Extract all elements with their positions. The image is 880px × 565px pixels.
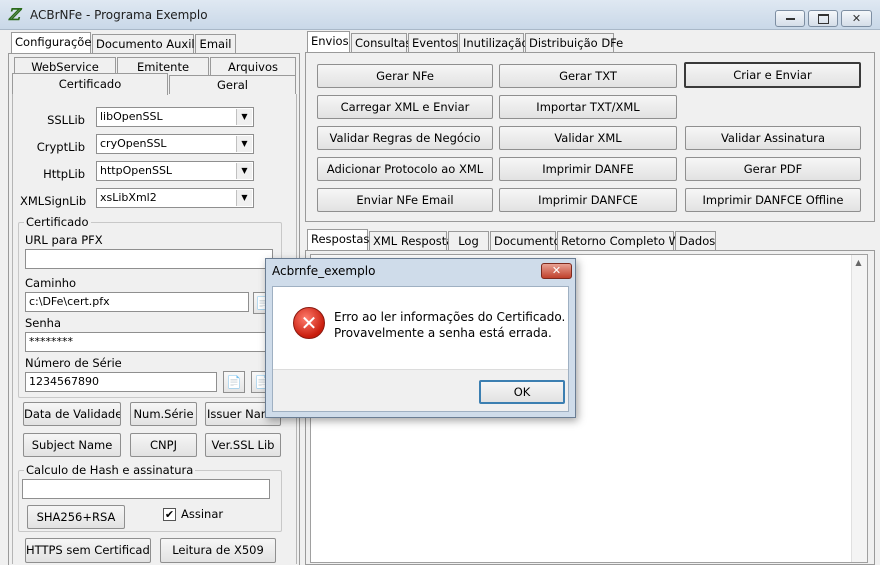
cryptlib-select[interactable]: cryOpenSSL ▼	[96, 134, 254, 154]
scroll-up-icon[interactable]: ▲	[852, 256, 865, 270]
tab-xml-resposta[interactable]: XML Resposta	[369, 231, 453, 251]
cryptlib-value: cryOpenSSL	[100, 137, 167, 150]
validar-regras-negocio-button[interactable]: Validar Regras de Negócio	[317, 126, 493, 150]
ssllib-select[interactable]: libOpenSSL ▼	[96, 107, 254, 127]
ver-ssl-lib-button[interactable]: Ver.SSL Lib	[205, 433, 281, 457]
validar-xml-button[interactable]: Validar XML	[499, 126, 677, 150]
gerar-nfe-button[interactable]: Gerar NFe	[317, 64, 493, 88]
httplib-label: HttpLib	[43, 167, 85, 181]
caminho-label: Caminho	[25, 276, 77, 290]
chevron-down-icon: ▼	[236, 163, 252, 179]
chevron-down-icon: ▼	[236, 190, 252, 206]
caminho-input[interactable]: c:\DFe\cert.pfx	[25, 292, 249, 312]
close-icon: ✕	[851, 12, 862, 25]
tab-dados[interactable]: Dados	[675, 231, 716, 251]
tab-retorno-completo-ws[interactable]: Retorno Completo WS	[557, 231, 687, 251]
assinar-checkbox[interactable]: ✔	[163, 508, 176, 521]
sha256-rsa-button[interactable]: SHA256+RSA	[27, 505, 125, 529]
tab-certificado[interactable]: Certificado	[12, 73, 168, 95]
tab-documento-auxiliar[interactable]: Documento Auxiliar	[92, 34, 210, 54]
maximize-button[interactable]	[808, 10, 838, 27]
senha-input[interactable]: ********	[25, 332, 273, 352]
chevron-down-icon: ▼	[236, 136, 252, 152]
close-button[interactable]: ✕	[841, 10, 872, 27]
dialog-body: ✕ Erro ao ler informações do Certificado…	[272, 286, 569, 412]
url-pfx-label: URL para PFX	[25, 233, 103, 247]
window-title: ACBrNFe - Programa Exemplo	[30, 8, 208, 22]
chevron-down-icon: ▼	[236, 109, 252, 125]
tab-eventos[interactable]: Eventos	[408, 33, 458, 53]
tab-configuracoes[interactable]: Configurações	[11, 32, 97, 54]
importar-txt-xml-button[interactable]: Importar TXT/XML	[499, 95, 677, 119]
hash-input[interactable]	[22, 479, 270, 499]
subject-name-button[interactable]: Subject Name	[23, 433, 121, 457]
data-validade-button[interactable]: Data de Validade	[23, 402, 121, 426]
cryptlib-label: CryptLib	[36, 140, 85, 154]
imprimir-danfe-button[interactable]: Imprimir DANFE	[499, 157, 677, 181]
assinar-label: Assinar	[181, 507, 224, 521]
file-icon: 📄	[226, 375, 242, 389]
tab-geral[interactable]: Geral	[169, 75, 296, 94]
numero-serie-input[interactable]: 1234567890	[25, 372, 217, 392]
gerar-txt-button[interactable]: Gerar TXT	[499, 64, 677, 88]
ssllib-value: libOpenSSL	[100, 110, 163, 123]
xmlsignlib-select[interactable]: xsLibXml2 ▼	[96, 188, 254, 208]
dialog-message-line2: Provavelmente a senha está errada.	[334, 326, 552, 340]
cnpj-button[interactable]: CNPJ	[130, 433, 197, 457]
dialog-title: Acbrnfe_exemplo	[272, 264, 376, 278]
minimize-icon	[785, 18, 795, 20]
gerar-pdf-button[interactable]: Gerar PDF	[685, 157, 861, 181]
tab-distribuicao-dfe[interactable]: Distribuição DFe	[525, 33, 623, 53]
httplib-value: httpOpenSSL	[100, 164, 173, 177]
tab-inutilizacao[interactable]: Inutilização	[459, 33, 529, 53]
scrollbar[interactable]	[851, 255, 867, 562]
tab-log[interactable]: Log	[448, 231, 489, 251]
num-serie-button[interactable]: Num.Série	[130, 402, 197, 426]
ssllib-label: SSLLib	[47, 113, 85, 127]
close-icon: ✕	[551, 264, 562, 277]
tab-consultas[interactable]: Consultas	[351, 33, 411, 53]
tab-email[interactable]: Email	[195, 34, 236, 54]
tab-respostas[interactable]: Respostas	[307, 229, 369, 251]
httplib-select[interactable]: httpOpenSSL ▼	[96, 161, 254, 181]
tab-envios[interactable]: Envios	[307, 31, 350, 53]
ok-button[interactable]: OK	[479, 380, 565, 404]
xmlsignlib-label: XMLSignLib	[20, 194, 87, 208]
dialog-footer: OK	[273, 369, 568, 411]
xmlsignlib-value: xsLibXml2	[100, 191, 157, 204]
hash-group-caption: Calculo de Hash e assinatura	[24, 463, 196, 477]
app-icon: ℤ	[8, 5, 20, 24]
certificado-group-caption: Certificado	[24, 215, 91, 229]
maximize-icon	[817, 14, 829, 24]
minimize-button[interactable]	[775, 10, 805, 27]
validar-assinatura-button[interactable]: Validar Assinatura	[685, 126, 861, 150]
error-icon: ✕	[293, 307, 325, 339]
dialog-message-line1: Erro ao ler informações do Certificado.	[334, 310, 566, 324]
imprimir-danfce-button[interactable]: Imprimir DANFCE	[499, 188, 677, 212]
select-cert-button[interactable]: 📄	[223, 371, 245, 393]
error-dialog: Acbrnfe_exemplo ✕ ✕ Erro ao ler informaç…	[265, 258, 576, 418]
criar-e-enviar-button[interactable]: Criar e Enviar	[684, 62, 861, 88]
dialog-close-button[interactable]: ✕	[541, 263, 572, 279]
imprimir-danfce-offline-button[interactable]: Imprimir DANFCE Offline	[685, 188, 861, 212]
leitura-x509-button[interactable]: Leitura de X509	[160, 538, 276, 563]
url-pfx-input[interactable]	[25, 249, 273, 269]
enviar-nfe-email-button[interactable]: Enviar NFe Email	[317, 188, 493, 212]
senha-label: Senha	[25, 316, 61, 330]
carregar-xml-enviar-button[interactable]: Carregar XML e Enviar	[317, 95, 493, 119]
tab-documento[interactable]: Documento	[490, 231, 561, 251]
adicionar-protocolo-button[interactable]: Adicionar Protocolo ao XML	[317, 157, 493, 181]
tab-arquivos[interactable]: Arquivos	[210, 57, 296, 75]
numero-serie-label: Número de Série	[25, 356, 122, 370]
https-sem-certificado-button[interactable]: HTTPS sem Certificado	[25, 538, 151, 563]
